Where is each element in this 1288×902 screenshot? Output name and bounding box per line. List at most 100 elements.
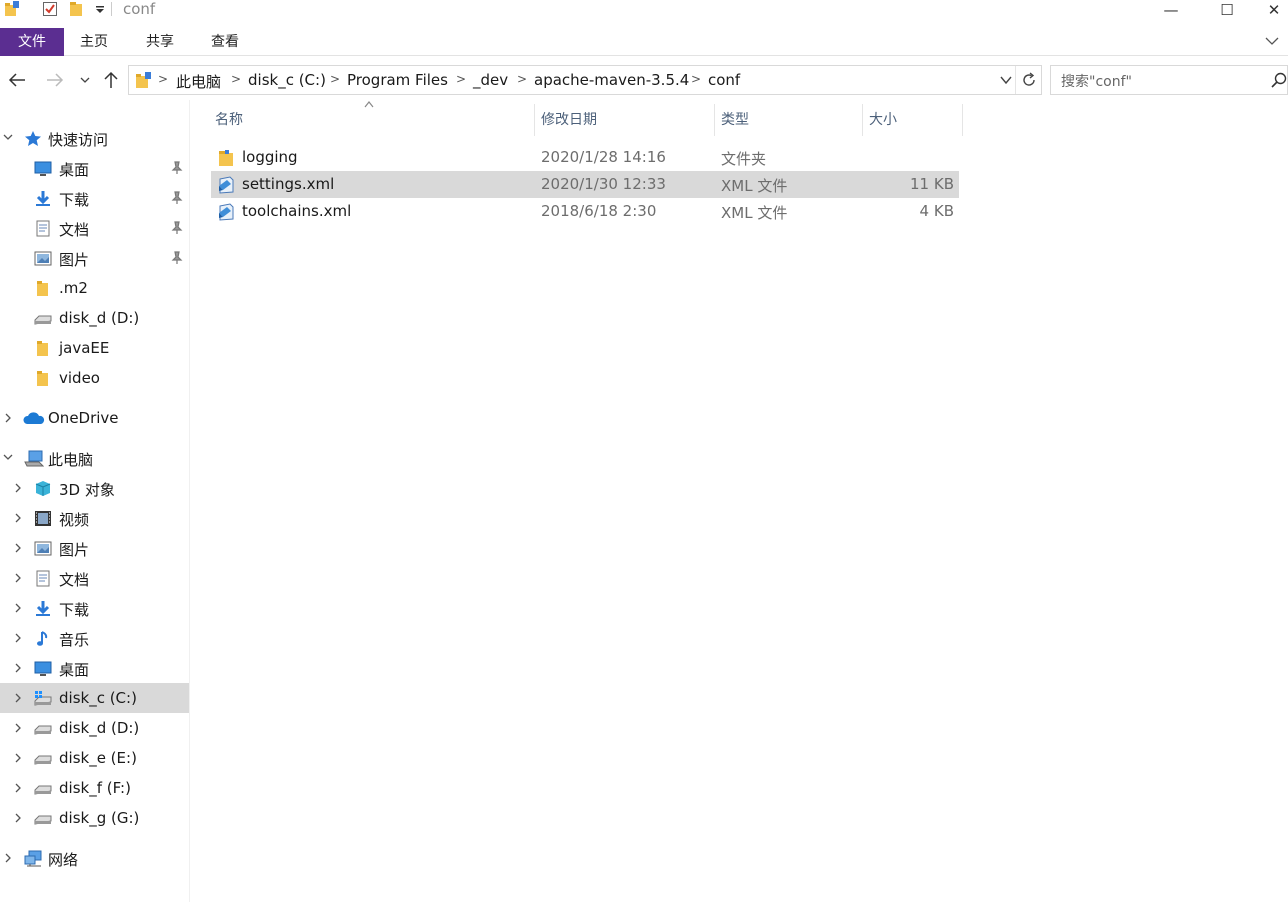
up-button[interactable] — [100, 68, 122, 92]
chevron-collapsed-icon[interactable] — [12, 481, 24, 495]
nav-label: 图片 — [59, 251, 90, 269]
chevron-collapsed-icon[interactable] — [12, 811, 24, 825]
file-name: settings.xml — [242, 175, 335, 193]
nav-this-pc[interactable]: 此电脑 — [0, 443, 189, 473]
tab-home[interactable]: 主页 — [64, 28, 124, 56]
folder-icon — [37, 341, 48, 356]
column-header-date[interactable]: 修改日期 — [535, 104, 715, 136]
maximize-button[interactable]: ☐ — [1204, 0, 1250, 20]
column-header-name[interactable]: 名称 — [209, 104, 535, 136]
file-type: XML 文件 — [721, 177, 788, 195]
chevron-collapsed-icon[interactable] — [12, 661, 24, 675]
tab-view[interactable]: 查看 — [195, 28, 255, 56]
breadcrumb-apache-maven[interactable]: apache-maven-3.5.4 — [534, 71, 689, 89]
chevron-collapsed-icon[interactable] — [12, 541, 24, 555]
breadcrumb-separator[interactable]: > — [456, 72, 466, 86]
nav-pc-disk-f[interactable]: disk_f (F:) — [0, 773, 189, 803]
new-folder-quickaccess-icon[interactable] — [68, 1, 84, 17]
tab-file[interactable]: 文件 — [0, 28, 64, 56]
nav-quick-m2[interactable]: .m2 — [0, 273, 189, 303]
nav-pc-downloads[interactable]: 下载 — [0, 593, 189, 623]
chevron-collapsed-icon[interactable] — [12, 691, 24, 705]
nav-pc-disk-c[interactable]: disk_c (C:) — [0, 683, 189, 713]
nav-quick-video[interactable]: video — [0, 363, 189, 393]
breadcrumb-dev[interactable]: _dev — [473, 71, 508, 89]
nav-pc-3d-objects[interactable]: 3D 对象 — [0, 473, 189, 503]
nav-quick-documents[interactable]: 文档 — [0, 213, 189, 243]
nav-label: 音乐 — [59, 631, 90, 649]
pin-icon[interactable] — [170, 161, 184, 175]
breadcrumb-separator[interactable]: > — [231, 72, 241, 86]
breadcrumb-separator[interactable]: > — [517, 72, 527, 86]
nav-quick-desktop[interactable]: 桌面 — [0, 153, 189, 183]
star-icon — [25, 131, 41, 146]
nav-quick-pictures[interactable]: 图片 — [0, 243, 189, 273]
chevron-expanded-icon[interactable] — [2, 451, 14, 465]
column-header-size[interactable]: 大小 — [863, 104, 963, 136]
close-button[interactable]: ✕ — [1260, 0, 1288, 20]
chevron-collapsed-icon[interactable] — [2, 411, 14, 425]
forward-button[interactable] — [44, 68, 66, 92]
tab-share[interactable]: 共享 — [130, 28, 190, 56]
nav-pc-disk-e[interactable]: disk_e (E:) — [0, 743, 189, 773]
pin-icon[interactable] — [170, 191, 184, 205]
nav-quick-downloads[interactable]: 下载 — [0, 183, 189, 213]
xml-file-icon — [219, 203, 234, 221]
nav-pc-music[interactable]: 音乐 — [0, 623, 189, 653]
breadcrumb-conf[interactable]: conf — [708, 71, 740, 89]
breadcrumb-separator[interactable]: > — [158, 72, 168, 86]
pin-icon[interactable] — [170, 251, 184, 265]
chevron-collapsed-icon[interactable] — [12, 601, 24, 615]
nav-pc-pictures[interactable]: 图片 — [0, 533, 189, 563]
customize-toolbar-icon[interactable] — [92, 1, 108, 17]
properties-quickaccess-icon[interactable] — [42, 1, 58, 17]
nav-label: 桌面 — [59, 161, 90, 179]
recent-locations-button[interactable] — [76, 68, 94, 92]
chevron-collapsed-icon[interactable] — [12, 631, 24, 645]
chevron-collapsed-icon[interactable] — [12, 751, 24, 765]
refresh-button[interactable] — [1015, 66, 1041, 94]
pin-icon[interactable] — [170, 221, 184, 235]
nav-network[interactable]: 网络 — [0, 843, 189, 873]
minimize-button[interactable]: — — [1148, 0, 1194, 20]
nav-pc-documents[interactable]: 文档 — [0, 563, 189, 593]
chevron-collapsed-icon[interactable] — [12, 781, 24, 795]
chevron-collapsed-icon[interactable] — [12, 511, 24, 525]
file-row[interactable]: logging 2020/1/28 14:16 文件夹 — [211, 144, 959, 171]
chevron-collapsed-icon[interactable] — [12, 571, 24, 585]
navigation-bar: > 此电脑 > disk_c (C:) > Program Files > _d… — [0, 64, 1288, 96]
nav-label: disk_d (D:) — [59, 309, 140, 327]
breadcrumb-separator[interactable]: > — [330, 72, 340, 86]
pictures-icon — [34, 541, 52, 556]
file-row[interactable]: settings.xml 2020/1/30 12:33 XML 文件 11 K… — [211, 171, 959, 198]
ribbon-expand-chevron-icon[interactable] — [1264, 34, 1280, 48]
breadcrumb-separator[interactable]: > — [691, 72, 701, 86]
breadcrumb-disk-c[interactable]: disk_c (C:) — [248, 71, 326, 89]
window-title: conf — [123, 0, 156, 18]
nav-pc-disk-g[interactable]: disk_g (G:) — [0, 803, 189, 833]
3d-objects-icon — [35, 481, 51, 496]
address-history-dropdown-icon[interactable] — [999, 73, 1013, 87]
nav-quick-disk-d[interactable]: disk_d (D:) — [0, 303, 189, 333]
address-bar[interactable]: > 此电脑 > disk_c (C:) > Program Files > _d… — [128, 65, 1042, 95]
back-arrow-icon — [8, 73, 25, 87]
search-icon[interactable] — [1271, 72, 1287, 88]
chevron-collapsed-icon[interactable] — [12, 721, 24, 735]
nav-quick-access[interactable]: 快速访问 — [0, 123, 189, 153]
nav-label: disk_g (G:) — [59, 809, 140, 827]
nav-pc-videos[interactable]: 视频 — [0, 503, 189, 533]
column-header-type[interactable]: 类型 — [715, 104, 863, 136]
nav-pc-desktop[interactable]: 桌面 — [0, 653, 189, 683]
drive-icon — [34, 815, 52, 825]
chevron-expanded-icon[interactable] — [2, 131, 14, 145]
chevron-collapsed-icon[interactable] — [2, 851, 14, 865]
back-button[interactable] — [6, 68, 28, 92]
file-row[interactable]: toolchains.xml 2018/6/18 2:30 XML 文件 4 K… — [211, 198, 959, 225]
nav-quick-javaee[interactable]: javaEE — [0, 333, 189, 363]
file-type: XML 文件 — [721, 204, 788, 222]
nav-pc-disk-d[interactable]: disk_d (D:) — [0, 713, 189, 743]
breadcrumb-this-pc[interactable]: 此电脑 — [176, 71, 221, 92]
search-box[interactable]: 搜索"conf" — [1050, 65, 1288, 95]
breadcrumb-program-files[interactable]: Program Files — [347, 71, 448, 89]
nav-onedrive[interactable]: OneDrive — [0, 403, 189, 433]
